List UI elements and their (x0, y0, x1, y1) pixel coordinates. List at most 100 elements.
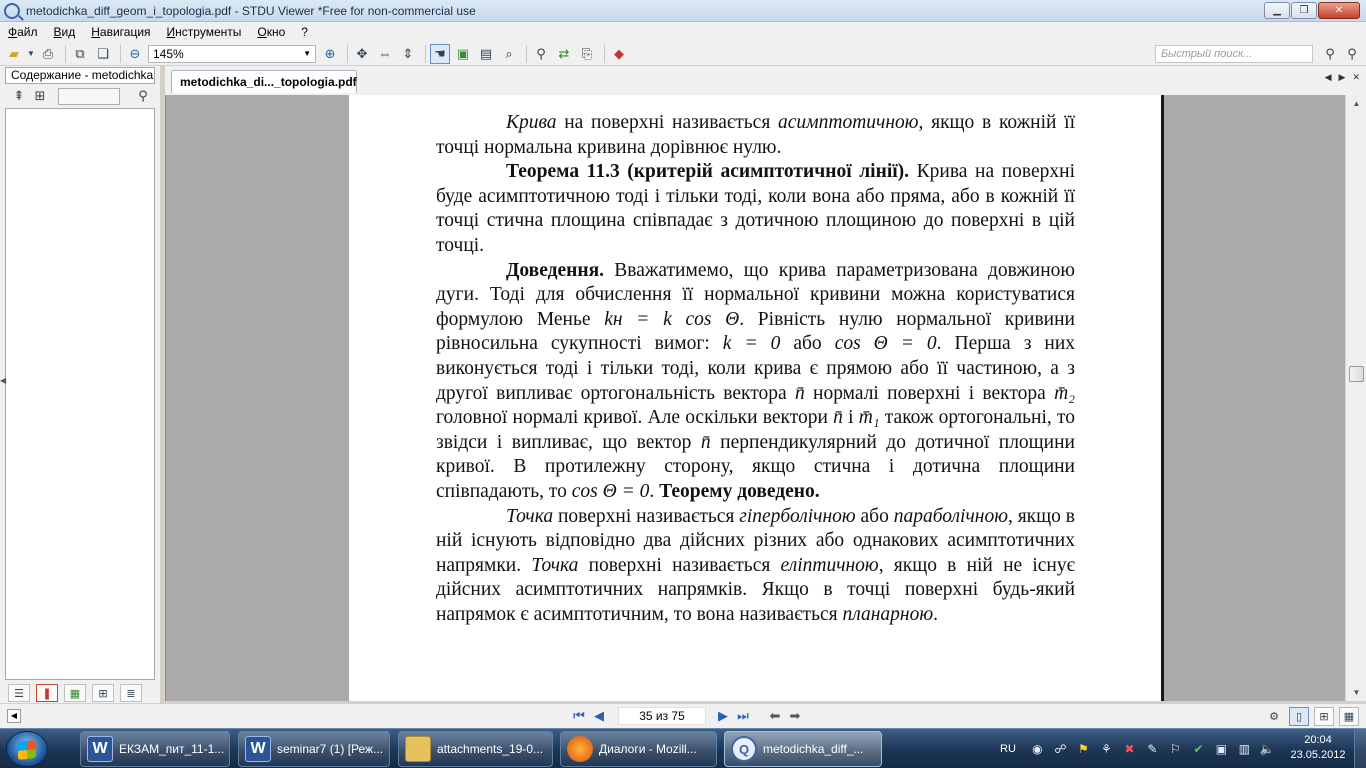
print-button[interactable]: ⎙ (38, 44, 58, 64)
math-formula: kн = k cos Θ (604, 308, 740, 330)
tab-next-icon[interactable]: ▶ (1339, 72, 1346, 83)
facing-pages-button[interactable]: ▦ (1339, 707, 1359, 726)
tab-prev-icon[interactable]: ◀ (1325, 72, 1332, 83)
zoom-value: 145% (153, 46, 184, 61)
hand-tool-button[interactable]: ☚ (430, 43, 450, 64)
notes-icon: ≣ (126, 687, 136, 700)
menu-file[interactable]: Файл (8, 25, 38, 39)
math-formula: m̄₁ (858, 407, 880, 429)
taskbar-item[interactable]: Диалоги - Mozill... (560, 731, 717, 767)
start-button[interactable] (6, 731, 48, 767)
select-text-button[interactable]: ▤ (476, 44, 496, 64)
zoom-select[interactable]: 145% ▼ (148, 44, 316, 63)
action-center-icon[interactable]: ⚐ (1168, 742, 1183, 757)
taskbar-item-active[interactable]: Q metodichka_diff_... (724, 731, 882, 767)
tray-app-icon[interactable]: ◉ (1030, 742, 1045, 757)
menu-navigation[interactable]: Навигация (91, 25, 150, 39)
first-page-icon: ⏮ (573, 708, 585, 723)
maximize-button[interactable]: ❐ (1291, 2, 1317, 19)
document-viewport[interactable]: Крива на поверхні називається асимптотич… (165, 95, 1345, 701)
export-page-button[interactable]: ⧉ (70, 44, 90, 64)
fit-page-button[interactable]: ✥ (352, 44, 372, 64)
menu-help[interactable]: ? (301, 25, 308, 39)
sidebar-thumbnails-button[interactable]: ▦ (64, 684, 86, 702)
sidebar-contents-button[interactable]: ☰ (8, 684, 30, 702)
first-page-button[interactable]: ⏮ (570, 707, 588, 725)
clock[interactable]: 20:04 23.05.2012 (1290, 733, 1346, 763)
hscroll-left-icon[interactable]: ◀ (7, 709, 21, 723)
copy-page-button[interactable]: ❏ (93, 44, 113, 64)
bookmark-button[interactable]: ◆ (609, 44, 629, 64)
taskbar-item-label: Диалоги - Mozill... (599, 742, 697, 756)
prev-page-button[interactable]: ◀ (590, 707, 608, 725)
network-icon[interactable]: ☍ (1053, 742, 1068, 757)
hand-icon: ☚ (434, 45, 446, 61)
scroll-up-icon[interactable]: ▲ (1346, 95, 1366, 112)
sidebar-bookmarks-button[interactable]: ❚ (36, 684, 58, 702)
open-folder-button[interactable]: ▰ (4, 44, 24, 64)
next-page-button[interactable]: ▶ (714, 707, 732, 725)
scroll-thumb[interactable] (1349, 366, 1364, 382)
collapse-sidebar-icon[interactable]: ◀ (0, 376, 6, 385)
continuous-page-button[interactable]: ⊞ (1314, 707, 1334, 726)
tray-app-icon[interactable]: ✔ (1191, 742, 1206, 757)
tray-app-icon[interactable]: ⚘ (1099, 742, 1114, 757)
sync-button[interactable]: ⇄ (554, 44, 574, 64)
last-page-button[interactable]: ⏭ (734, 707, 752, 725)
zoom-in-button[interactable]: ⊕ (320, 44, 340, 64)
zoom-out-button[interactable]: ⊖ (125, 44, 145, 64)
tray-app-icon[interactable]: ▣ (1214, 742, 1229, 757)
minimize-button[interactable]: ▁ (1264, 2, 1290, 19)
document-tab[interactable]: metodichka_di..._topologia.pdf (171, 70, 357, 93)
multi-pages-icon: ▦ (1343, 711, 1355, 723)
menu-tools[interactable]: Инструменты (167, 25, 242, 39)
text-run: Теорему доведено. (659, 480, 820, 502)
taskbar-item[interactable]: attachments_19-0... (398, 731, 553, 767)
history-back-button[interactable]: ⬅ (766, 707, 784, 725)
volume-icon[interactable]: 🔈 (1260, 742, 1275, 757)
main-toolbar: ▰ ▼ ⎙ ⧉ ❏ ⊖ 145% ▼ ⊕ ✥ ⇔ ⇕ ☚ ▣ ▤ ⌕ ⚲ ⇄ ⎘… (0, 42, 1366, 66)
tab-close-icon[interactable]: ✕ (1352, 72, 1360, 83)
language-indicator[interactable]: RU (1000, 743, 1016, 755)
history-forward-button[interactable]: ➡ (786, 707, 804, 725)
tray-app-icon[interactable]: ⚑ (1076, 742, 1091, 757)
copy-button[interactable]: ⎘ (577, 44, 597, 64)
sidebar-notes-button[interactable]: ≣ (120, 684, 142, 702)
contents-tree[interactable] (5, 108, 155, 680)
search-next-button[interactable]: ⚲ (1342, 44, 1362, 64)
text-run: параболічною (893, 505, 1008, 527)
menu-window[interactable]: Окно (257, 25, 285, 39)
search-prev-button[interactable]: ⚲ (1320, 44, 1340, 64)
text-run: . (933, 603, 938, 625)
taskbar-item[interactable]: W seminar7 (1) [Реж... (238, 731, 390, 767)
quick-search-input[interactable]: Быстрый поиск... (1155, 45, 1313, 63)
tray-app-icon[interactable]: ✎ (1145, 742, 1160, 757)
sidebar-layers-button[interactable]: ⊞ (92, 684, 114, 702)
vertical-scrollbar[interactable]: ▲ ▼ (1345, 95, 1366, 701)
open-dropdown-button[interactable]: ▼ (27, 44, 35, 64)
word-icon: W (245, 736, 271, 762)
fit-width-button[interactable]: ⇔ (375, 44, 395, 64)
menu-view[interactable]: Вид (54, 25, 76, 39)
binoculars-icon: ⚲ (138, 88, 148, 103)
contents-expand-button[interactable]: ⊞ (31, 87, 49, 105)
page-number-input[interactable]: 35 из 75 (618, 707, 706, 725)
windows-taskbar: W ЕКЗАМ_пит_11-1... W seminar7 (1) [Реж.… (0, 728, 1366, 768)
contents-find-button[interactable]: ⚲ (134, 87, 152, 105)
tray-app-icon[interactable]: ✖ (1122, 742, 1137, 757)
contents-search-input[interactable] (58, 87, 120, 105)
contents-add-button[interactable]: ⇞ (10, 87, 28, 105)
zoom-tool-button[interactable]: ⌕ (499, 44, 519, 64)
taskbar-item[interactable]: W ЕКЗАМ_пит_11-1... (80, 731, 230, 767)
network-icon[interactable]: ▥ (1237, 742, 1252, 757)
scroll-down-icon[interactable]: ▼ (1346, 684, 1366, 701)
fit-height-button[interactable]: ⇕ (398, 44, 418, 64)
text-run: Точка (506, 505, 554, 527)
single-page-button[interactable]: ▯ (1289, 707, 1309, 726)
select-image-button[interactable]: ▣ (453, 44, 473, 64)
find-button[interactable]: ⚲ (531, 44, 551, 64)
settings-button[interactable]: ⚙ (1264, 707, 1284, 726)
contents-tab[interactable]: Содержание - metodichka (5, 67, 155, 84)
show-desktop-button[interactable] (1354, 729, 1366, 768)
close-button[interactable]: ✕ (1318, 2, 1360, 19)
